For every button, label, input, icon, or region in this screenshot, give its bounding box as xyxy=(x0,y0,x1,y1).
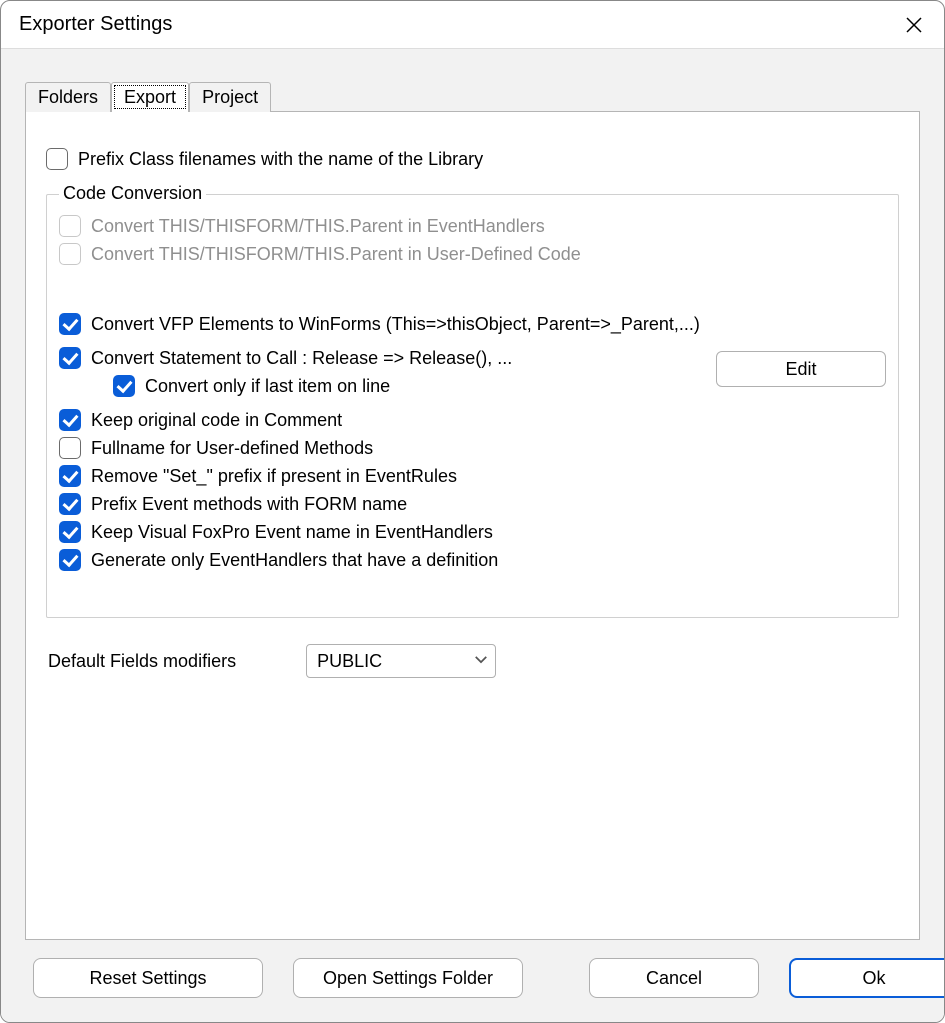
convert-statement-call-label: Convert Statement to Call : Release => R… xyxy=(91,348,512,369)
convert-only-last-item-label: Convert only if last item on line xyxy=(145,376,390,397)
prefix-event-methods-label: Prefix Event methods with FORM name xyxy=(91,494,407,515)
tab-panel-export: Prefix Class filenames with the name of … xyxy=(25,111,920,940)
code-conversion-fieldset: Code Conversion Convert THIS/THISFORM/TH… xyxy=(46,194,899,618)
prefix-event-methods-row: Prefix Event methods with FORM name xyxy=(59,493,886,515)
tab-folders[interactable]: Folders xyxy=(25,82,111,112)
generate-only-eventhandlers-row: Generate only EventHandlers that have a … xyxy=(59,549,886,571)
cancel-button[interactable]: Cancel xyxy=(589,958,759,998)
keep-original-comment-row: Keep original code in Comment xyxy=(59,409,886,431)
keep-original-comment-label: Keep original code in Comment xyxy=(91,410,342,431)
prefix-class-filenames-label: Prefix Class filenames with the name of … xyxy=(78,149,483,170)
default-fields-modifiers-label: Default Fields modifiers xyxy=(48,651,236,672)
default-fields-modifiers-select[interactable] xyxy=(306,644,496,678)
remove-set-prefix-checkbox[interactable] xyxy=(59,465,81,487)
fullname-user-methods-label: Fullname for User-defined Methods xyxy=(91,438,373,459)
convert-this-event-row: Convert THIS/THISFORM/THIS.Parent in Eve… xyxy=(59,215,886,237)
reset-settings-button[interactable]: Reset Settings xyxy=(33,958,263,998)
convert-only-last-item-checkbox[interactable] xyxy=(113,375,135,397)
client-area: Folders Export Project Prefix Class file… xyxy=(1,49,944,1022)
exporter-settings-window: Exporter Settings Folders Export Project… xyxy=(0,0,945,1023)
keep-original-comment-checkbox[interactable] xyxy=(59,409,81,431)
convert-statement-call-checkbox[interactable] xyxy=(59,347,81,369)
code-conversion-legend: Code Conversion xyxy=(59,183,206,204)
tab-project[interactable]: Project xyxy=(189,82,271,112)
fullname-user-methods-row: Fullname for User-defined Methods xyxy=(59,437,886,459)
close-icon xyxy=(906,17,922,33)
keep-vfp-event-name-row: Keep Visual FoxPro Event name in EventHa… xyxy=(59,521,886,543)
keep-vfp-event-name-label: Keep Visual FoxPro Event name in EventHa… xyxy=(91,522,493,543)
convert-vfp-elements-row: Convert VFP Elements to WinForms (This=>… xyxy=(59,313,886,335)
remove-set-prefix-row: Remove "Set_" prefix if present in Event… xyxy=(59,465,886,487)
convert-statement-call-row: Convert Statement to Call : Release => R… xyxy=(59,347,706,369)
prefix-class-filenames-checkbox[interactable] xyxy=(46,148,68,170)
convert-vfp-elements-label: Convert VFP Elements to WinForms (This=>… xyxy=(91,314,700,335)
ok-button[interactable]: Ok xyxy=(789,958,945,998)
open-settings-folder-button[interactable]: Open Settings Folder xyxy=(293,958,523,998)
convert-only-last-item-row: Convert only if last item on line xyxy=(113,375,706,397)
convert-this-user-checkbox xyxy=(59,243,81,265)
generate-only-eventhandlers-checkbox[interactable] xyxy=(59,549,81,571)
window-title: Exporter Settings xyxy=(19,13,172,36)
titlebar: Exporter Settings xyxy=(1,1,944,49)
close-button[interactable] xyxy=(898,9,930,41)
prefix-event-methods-checkbox[interactable] xyxy=(59,493,81,515)
convert-this-user-row: Convert THIS/THISFORM/THIS.Parent in Use… xyxy=(59,243,886,265)
tab-row: Folders Export Project xyxy=(25,81,920,111)
button-bar: Reset Settings Open Settings Folder Canc… xyxy=(11,940,934,1022)
fullname-user-methods-checkbox[interactable] xyxy=(59,437,81,459)
convert-this-user-label: Convert THIS/THISFORM/THIS.Parent in Use… xyxy=(91,244,581,265)
convert-this-event-label: Convert THIS/THISFORM/THIS.Parent in Eve… xyxy=(91,216,545,237)
default-fields-modifiers-row: Default Fields modifiers xyxy=(46,628,899,678)
convert-this-event-checkbox xyxy=(59,215,81,237)
prefix-class-filenames-row: Prefix Class filenames with the name of … xyxy=(46,148,899,170)
remove-set-prefix-label: Remove "Set_" prefix if present in Event… xyxy=(91,466,457,487)
keep-vfp-event-name-checkbox[interactable] xyxy=(59,521,81,543)
generate-only-eventhandlers-label: Generate only EventHandlers that have a … xyxy=(91,550,498,571)
tab-export[interactable]: Export xyxy=(111,82,189,112)
edit-button[interactable]: Edit xyxy=(716,351,886,387)
convert-vfp-elements-checkbox[interactable] xyxy=(59,313,81,335)
